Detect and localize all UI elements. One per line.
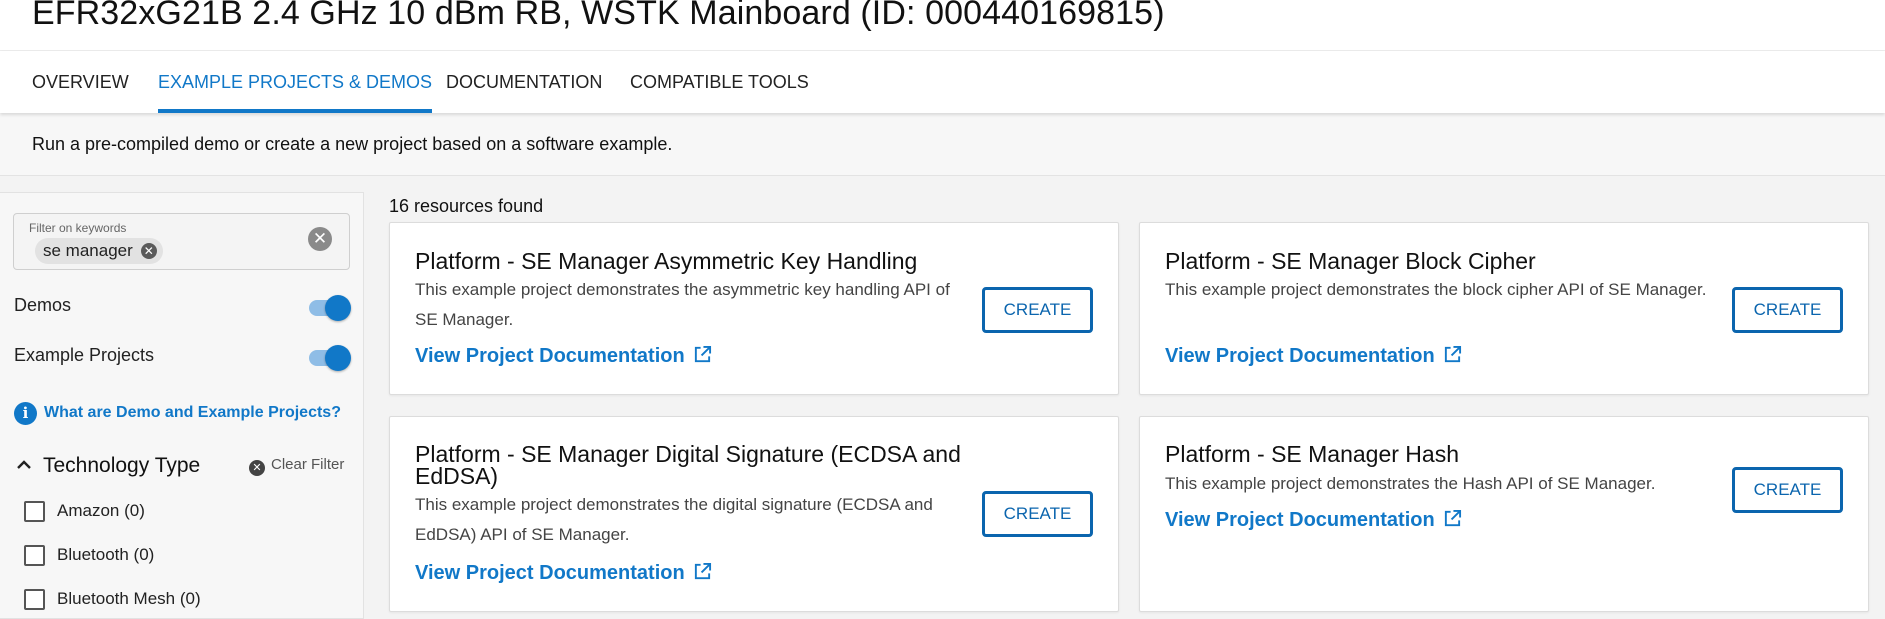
help-link-text: What are Demo and Example Projects? <box>44 404 341 421</box>
chevron-up-icon[interactable] <box>16 457 32 478</box>
card-title: Platform - SE Manager Asymmetric Key Han… <box>415 248 918 274</box>
tech-option-label: Bluetooth Mesh (0) <box>57 589 201 608</box>
tab-overview[interactable]: OVERVIEW <box>32 51 129 113</box>
results-count: 16 resources found <box>389 196 544 216</box>
keyword-chip: se manager ✕ <box>35 238 163 264</box>
card-description: This example project demonstrates the as… <box>415 280 950 329</box>
project-card: Platform - SE Manager Asymmetric Key Han… <box>389 222 1119 395</box>
create-button[interactable]: CREATE <box>982 287 1093 333</box>
clear-filter-icon[interactable]: ✕ <box>308 227 332 251</box>
card-description: This example project demonstrates the di… <box>415 495 933 544</box>
create-button[interactable]: CREATE <box>1732 467 1843 513</box>
info-icon: i <box>14 402 37 425</box>
technology-type-title: Technology Type <box>43 454 201 477</box>
filter-label: Filter on keywords <box>29 221 127 235</box>
checkbox-icon[interactable] <box>24 501 45 522</box>
example-projects-toggle-label: Example Projects <box>14 345 155 365</box>
banner-text: Run a pre-compiled demo or create a new … <box>32 134 673 154</box>
card-description: This example project demonstrates the bl… <box>1165 280 1707 299</box>
create-button[interactable]: CREATE <box>982 491 1093 537</box>
view-documentation-link[interactable]: View Project Documentation <box>415 562 712 585</box>
chip-remove-icon[interactable]: ✕ <box>140 243 157 259</box>
card-title: Platform - SE Manager Block Cipher <box>1165 248 1536 274</box>
view-documentation-link[interactable]: View Project Documentation <box>1165 345 1462 368</box>
keyword-filter-input[interactable]: Filter on keywords se manager ✕ ✕ <box>13 213 350 270</box>
keyword-chip-label: se manager <box>43 241 133 260</box>
tab-documentation[interactable]: DOCUMENTATION <box>446 51 602 113</box>
example-projects-toggle-row: Example Projects <box>14 341 351 371</box>
tech-option-label: Bluetooth (0) <box>57 545 155 564</box>
card-title: Platform - SE Manager Hash <box>1165 441 1460 467</box>
demos-toggle-label: Demos <box>14 295 72 315</box>
external-link-icon <box>1444 509 1461 527</box>
external-link-icon <box>694 345 711 363</box>
project-card: Platform - SE Manager Digital Signature … <box>389 416 1119 612</box>
checkbox-icon[interactable] <box>24 545 45 566</box>
tab-compatible-tools[interactable]: COMPATIBLE TOOLS <box>630 51 809 113</box>
tab-example-projects-demos[interactable]: EXAMPLE PROJECTS & DEMOS <box>158 51 433 113</box>
tab-bar: OVERVIEW EXAMPLE PROJECTS & DEMOS DOCUME… <box>0 51 1885 113</box>
project-card: Platform - SE Manager Hash This example … <box>1139 416 1869 612</box>
card-description: This example project demonstrates the Ha… <box>1165 474 1656 493</box>
project-card: Platform - SE Manager Block Cipher This … <box>1139 222 1869 395</box>
tech-option-label: Amazon (0) <box>57 501 145 520</box>
clear-filter-button[interactable]: ✕ Clear Filter <box>249 456 344 476</box>
card-title: Platform - SE Manager Digital Signature … <box>415 441 961 489</box>
view-documentation-link[interactable]: View Project Documentation <box>415 345 712 368</box>
external-link-icon <box>694 562 711 580</box>
page-title: EFR32xG21B 2.4 GHz 10 dBm RB, WSTK Mainb… <box>32 0 1165 32</box>
technology-type-header: Technology Type ✕ Clear Filter <box>14 454 354 484</box>
view-documentation-link[interactable]: View Project Documentation <box>1165 509 1462 532</box>
checkbox-icon[interactable] <box>24 589 45 610</box>
external-link-icon <box>1444 345 1461 363</box>
title-bar: EFR32xG21B 2.4 GHz 10 dBm RB, WSTK Mainb… <box>0 0 1885 51</box>
create-button[interactable]: CREATE <box>1732 287 1843 333</box>
close-circle-icon: ✕ <box>249 460 265 476</box>
demos-toggle[interactable] <box>295 295 351 321</box>
demos-toggle-row: Demos <box>14 291 351 321</box>
example-projects-toggle[interactable] <box>295 345 351 371</box>
info-banner: Run a pre-compiled demo or create a new … <box>0 113 1885 176</box>
